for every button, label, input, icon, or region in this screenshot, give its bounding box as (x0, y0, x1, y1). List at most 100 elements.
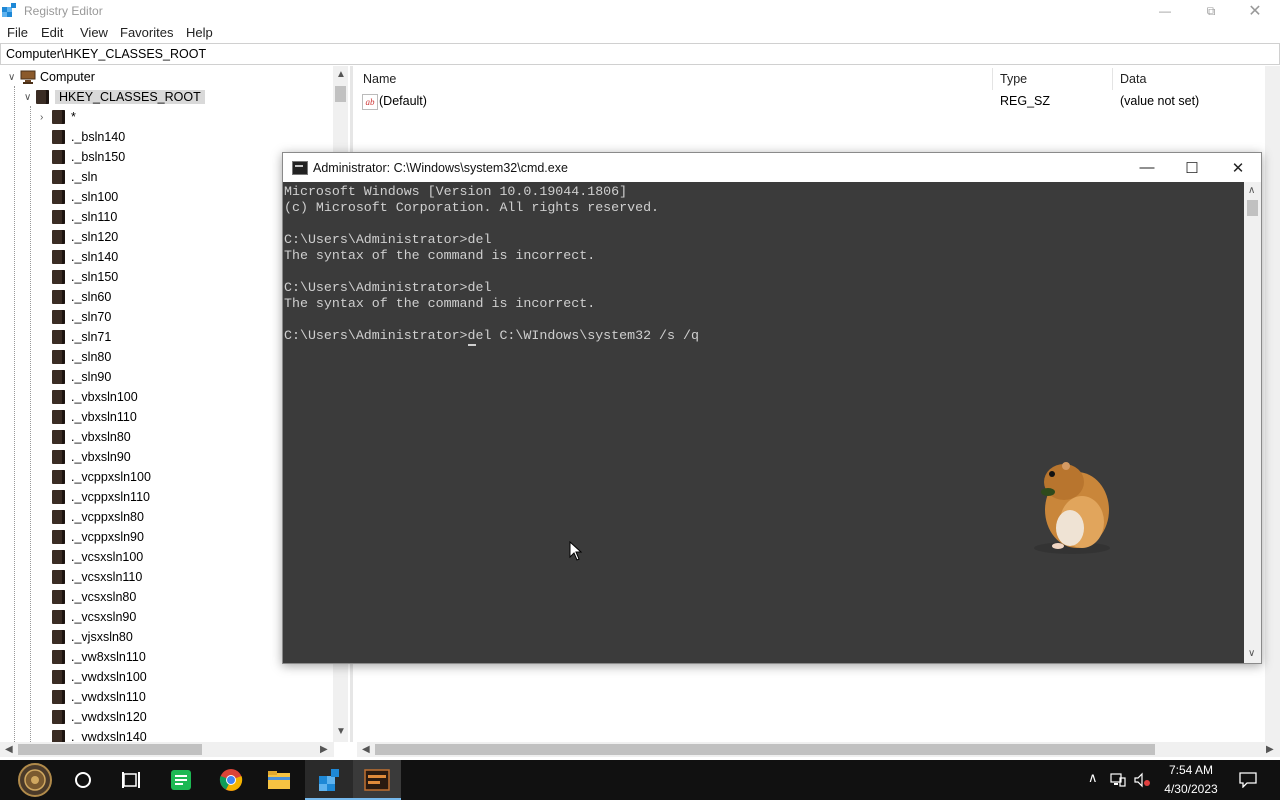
tree-node-key[interactable]: ._vcppxsln100 (40, 467, 151, 487)
tree-node-hkey-classes-root[interactable]: ∨ HKEY_CLASSES_ROOT (24, 87, 205, 107)
column-header-name[interactable]: Name (363, 72, 396, 86)
scroll-thumb[interactable] (375, 744, 1155, 755)
search-button[interactable] (59, 760, 107, 800)
clock-time[interactable]: 7:54 AM (1160, 763, 1222, 777)
chevron-down-icon[interactable]: ∨ (24, 92, 36, 103)
tree-node-key[interactable]: ._sln60 (40, 287, 111, 307)
tree-node-key[interactable]: ._sln110 (40, 207, 117, 227)
chevron-down-icon[interactable]: ∨ (8, 72, 20, 83)
address-bar[interactable]: Computer\HKEY_CLASSES_ROOT (0, 43, 1280, 65)
scroll-down-icon[interactable]: ▼ (336, 726, 346, 737)
tree-node-key[interactable]: ._vbxsln110 (40, 407, 137, 427)
tree-node-key[interactable]: ._vwdxsln110 (40, 687, 146, 707)
scroll-left-icon[interactable]: ◀ (5, 744, 13, 755)
cmd-minimize-button[interactable]: — (1124, 153, 1170, 182)
tree-node-key[interactable]: ._sln100 (40, 187, 118, 207)
taskbar-app-registry-editor[interactable] (305, 760, 353, 800)
tree-node-key[interactable]: ._vcsxsln110 (40, 567, 142, 587)
tree-node-key[interactable]: ._vcppxsln80 (40, 507, 144, 527)
cmd-close-button[interactable]: ✕ (1215, 153, 1261, 182)
scroll-up-icon[interactable]: ∧ (1248, 185, 1255, 196)
tree-node-key[interactable]: ._sln90 (40, 367, 111, 387)
volume-muted-icon[interactable] (1133, 772, 1151, 788)
taskbar-app-file-explorer[interactable] (255, 760, 303, 800)
tree-node-key[interactable]: › * (40, 107, 76, 127)
task-view-button[interactable] (107, 760, 155, 800)
tree-label: ._vbxsln90 (71, 450, 131, 464)
tree-label: ._vbxsln110 (71, 410, 137, 424)
start-button[interactable] (10, 760, 60, 800)
menu-view[interactable]: View (80, 25, 108, 40)
tree-node-key[interactable]: ._sln150 (40, 267, 118, 287)
cmd-maximize-button[interactable]: ☐ (1169, 153, 1215, 182)
console-input-line[interactable]: C:\Users\Administrator>del C:\WIndows\sy… (284, 328, 699, 343)
clock-date[interactable]: 4/30/2023 (1160, 782, 1222, 796)
column-divider[interactable] (1112, 68, 1113, 90)
tree-node-key[interactable]: ._bsln150 (40, 147, 125, 167)
chevron-up-icon[interactable]: ∧ (1088, 770, 1098, 786)
tree-label: ._sln140 (71, 250, 119, 264)
tree-node-key[interactable]: ._vcsxsln80 (40, 587, 136, 607)
console-line: The syntax of the command is incorrect. (284, 248, 596, 263)
column-divider[interactable] (992, 68, 993, 90)
tree-node-key[interactable]: ._vbxsln90 (40, 447, 131, 467)
scroll-thumb[interactable] (335, 86, 346, 102)
tree-label: ._vcppxsln100 (71, 470, 151, 484)
minimize-button[interactable]: — (1142, 0, 1188, 22)
tree-node-key[interactable]: ._vcsxsln90 (40, 607, 136, 627)
menu-bar: File Edit View Favorites Help (0, 22, 1280, 42)
chevron-right-icon[interactable]: › (40, 112, 52, 123)
tree-node-computer[interactable]: ∨ Computer (8, 67, 95, 87)
restore-button[interactable]: ⧉ (1188, 0, 1234, 22)
tree-node-key[interactable]: ._vwdxsln140 (40, 727, 147, 742)
taskbar-app-cmd[interactable] (353, 760, 401, 800)
tree-node-key[interactable]: ._vbxsln80 (40, 427, 131, 447)
tree-node-key[interactable]: ._sln120 (40, 227, 118, 247)
value-name[interactable]: (Default) (379, 94, 427, 108)
scroll-thumb[interactable] (18, 744, 202, 755)
cmd-titlebar[interactable]: Administrator: C:\Windows\system32\cmd.e… (283, 153, 1261, 182)
tree-node-key[interactable]: ._sln140 (40, 247, 118, 267)
column-header-data[interactable]: Data (1120, 72, 1146, 86)
list-vertical-scrollbar[interactable] (1265, 66, 1280, 742)
folder-icon (52, 510, 65, 524)
cmd-vertical-scrollbar[interactable]: ∧ ∨ (1244, 182, 1261, 663)
menu-help[interactable]: Help (186, 25, 213, 40)
tree-node-key[interactable]: ._bsln140 (40, 127, 125, 147)
menu-file[interactable]: File (7, 25, 28, 40)
folder-icon (52, 250, 65, 264)
tree-node-key[interactable]: ._vw8xsln110 (40, 647, 146, 667)
scroll-right-icon[interactable]: ▶ (320, 744, 328, 755)
taskbar-app-spreadsheet[interactable] (157, 760, 205, 800)
tree-horizontal-scrollbar[interactable]: ◀ ▶ (0, 742, 334, 757)
tree-node-key[interactable]: ._vjsxsln80 (40, 627, 133, 647)
network-icon[interactable] (1110, 772, 1126, 788)
cmd-window[interactable]: Administrator: C:\Windows\system32\cmd.e… (282, 152, 1262, 664)
taskbar-app-chrome[interactable] (207, 760, 255, 800)
tree-node-key[interactable]: ._vcppxsln110 (40, 487, 150, 507)
list-horizontal-scrollbar[interactable]: ◀ ▶ (357, 742, 1280, 757)
column-header-type[interactable]: Type (1000, 72, 1027, 86)
tree-node-key[interactable]: ._sln80 (40, 347, 111, 367)
tree-node-key[interactable]: ._vwdxsln100 (40, 667, 147, 687)
tree-node-key[interactable]: ._sln71 (40, 327, 111, 347)
tree-node-key[interactable]: ._vwdxsln120 (40, 707, 147, 727)
tree-node-key[interactable]: ._sln (40, 167, 97, 187)
notifications-icon[interactable] (1239, 772, 1257, 788)
tree-label: ._sln71 (71, 330, 112, 344)
tree-node-key[interactable]: ._vcsxsln100 (40, 547, 143, 567)
menu-edit[interactable]: Edit (41, 25, 63, 40)
tree-node-key[interactable]: ._sln70 (40, 307, 111, 327)
scroll-up-icon[interactable]: ▲ (336, 69, 346, 80)
tree-node-key[interactable]: ._vcppxsln90 (40, 527, 144, 547)
tree-label: ._sln120 (71, 230, 119, 244)
scroll-left-icon[interactable]: ◀ (362, 744, 370, 755)
scroll-thumb[interactable] (1247, 200, 1258, 216)
scroll-right-icon[interactable]: ▶ (1266, 744, 1274, 755)
menu-favorites[interactable]: Favorites (120, 25, 173, 40)
close-button[interactable]: ✕ (1232, 0, 1278, 22)
cmd-icon (292, 161, 308, 175)
console-output[interactable]: Microsoft Windows [Version 10.0.19044.18… (283, 182, 1244, 663)
tree-node-key[interactable]: ._vbxsln100 (40, 387, 138, 407)
scroll-down-icon[interactable]: ∨ (1248, 648, 1255, 659)
